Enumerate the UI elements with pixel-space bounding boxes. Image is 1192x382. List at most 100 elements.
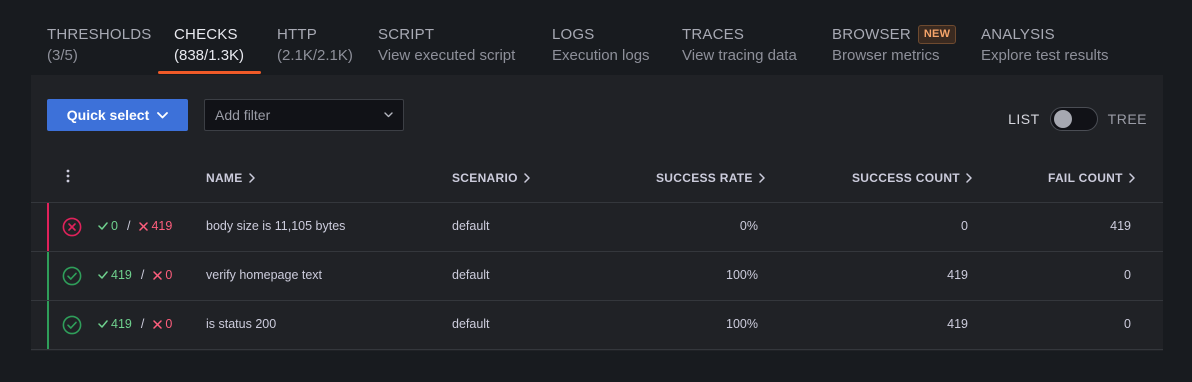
quick-select-button[interactable]: Quick select: [47, 99, 188, 131]
success-count-badge: 0: [98, 219, 118, 233]
cross-icon: [139, 221, 149, 231]
check-name: body size is 11,105 bytes: [206, 219, 346, 233]
column-label: NAME: [206, 171, 243, 185]
quick-select-label: Quick select: [66, 107, 150, 123]
chevron-right-icon: [524, 173, 530, 183]
success-count-badge: 419: [98, 317, 132, 331]
tab-title: THRESHOLDS: [47, 25, 152, 43]
tab-subtitle: (3/5): [47, 47, 78, 64]
fail-count-badge: 419: [139, 219, 172, 233]
status-bar: [47, 252, 49, 300]
table-row[interactable]: 419 / 0 is status 200 default 100% 419 0: [31, 301, 1163, 350]
tab-subtitle: Explore test results: [981, 47, 1109, 64]
fail-count-cell: 419: [1110, 219, 1131, 233]
cross-icon: [153, 319, 163, 329]
tab-title-row: BROWSER NEW: [832, 24, 957, 44]
fail-count-badge: 0: [153, 268, 172, 282]
success-count-value: 0: [111, 219, 118, 233]
tab-subtitle: View tracing data: [682, 47, 797, 64]
success-count-value: 419: [111, 268, 132, 282]
count-separator: /: [140, 268, 145, 282]
cross-icon: [153, 270, 163, 280]
tab-subtitle: (838/1.3K): [174, 47, 245, 64]
chevron-right-icon: [758, 173, 765, 183]
table-row[interactable]: 0 / 419 body size is 11,105 bytes defaul…: [31, 203, 1163, 252]
tab-logs[interactable]: LOGS Execution logs: [552, 24, 650, 75]
checks-panel: Quick select LIST TREE NAME SCENARIO: [31, 75, 1163, 351]
tab-thresholds[interactable]: THRESHOLDS (3/5): [47, 24, 152, 75]
fail-count-cell: 0: [1124, 317, 1131, 331]
scenario-cell: default: [452, 268, 490, 282]
tab-title: BROWSER: [832, 25, 911, 43]
chevron-right-icon: [966, 173, 972, 183]
tab-subtitle: View executed script: [378, 47, 516, 64]
column-label: SCENARIO: [452, 171, 518, 185]
table-body: 0 / 419 body size is 11,105 bytes defaul…: [31, 203, 1163, 350]
tab-analysis[interactable]: ANALYSIS Explore test results: [981, 24, 1109, 75]
switch-knob: [1053, 110, 1072, 128]
tab-subtitle: (2.1K/2.1K): [277, 47, 353, 64]
table-row[interactable]: 419 / 0 verify homepage text default 100…: [31, 252, 1163, 301]
column-header-name[interactable]: NAME: [206, 171, 256, 185]
status-bar: [47, 203, 49, 251]
tab-title: TRACES: [682, 25, 745, 43]
pass-circle-icon: [62, 266, 82, 286]
filter-dropdown[interactable]: [204, 99, 404, 131]
tab-subtitle: Browser metrics: [832, 47, 940, 64]
list-view-label[interactable]: LIST: [1008, 111, 1040, 127]
tab-title: CHECKS: [174, 25, 238, 43]
tab-script[interactable]: SCRIPT View executed script: [378, 24, 515, 75]
column-header-fail-count[interactable]: FAIL COUNT: [1048, 171, 1136, 185]
column-header-scenario[interactable]: SCENARIO: [452, 171, 531, 185]
new-badge: NEW: [917, 24, 957, 44]
list-tree-switch[interactable]: [1049, 107, 1098, 131]
chevron-down-icon: [157, 111, 169, 118]
tab-traces[interactable]: TRACES View tracing data: [682, 24, 797, 75]
chevron-down-icon: [384, 112, 393, 118]
kebab-menu-icon: [66, 169, 70, 183]
fail-count-value: 0: [165, 317, 173, 331]
check-name: is status 200: [206, 317, 277, 331]
tab-title: SCRIPT: [378, 25, 435, 43]
column-label: FAIL COUNT: [1048, 171, 1123, 185]
success-rate-cell: 100%: [726, 317, 758, 331]
scenario-cell: default: [452, 219, 490, 233]
filter-input[interactable]: [215, 107, 365, 123]
scenario-cell: default: [452, 317, 490, 331]
tab-bar: THRESHOLDS (3/5) CHECKS (838/1.3K) HTTP …: [0, 0, 1192, 75]
count-separator: /: [126, 219, 131, 233]
column-label: SUCCESS COUNT: [852, 171, 960, 185]
fail-count-cell: 0: [1124, 268, 1131, 282]
active-tab-indicator: [158, 71, 261, 74]
tree-view-label[interactable]: TREE: [1108, 111, 1147, 127]
check-counts: 419 / 0: [98, 268, 172, 282]
success-count-cell: 419: [947, 317, 968, 331]
column-header-success-count[interactable]: SUCCESS COUNT: [852, 171, 973, 185]
column-menu-button[interactable]: [66, 169, 70, 183]
check-name: verify homepage text: [206, 268, 323, 282]
chevron-right-icon: [248, 173, 255, 183]
tab-checks[interactable]: CHECKS (838/1.3K): [174, 24, 244, 75]
table-header: NAME SCENARIO SUCCESS RATE SUCCESS COUNT…: [31, 155, 1163, 203]
tab-http[interactable]: HTTP (2.1K/2.1K): [277, 24, 353, 75]
checkmark-icon: [98, 271, 108, 279]
tab-title: LOGS: [552, 25, 595, 43]
count-separator: /: [140, 317, 145, 331]
success-count-badge: 419: [98, 268, 132, 282]
fail-circle-icon: [62, 217, 82, 237]
check-counts: 419 / 0: [98, 317, 172, 331]
check-counts: 0 / 419: [98, 219, 172, 233]
tab-title: HTTP: [277, 25, 317, 43]
status-bar: [47, 301, 49, 349]
fail-count-value: 419: [151, 219, 173, 233]
success-rate-cell: 100%: [726, 268, 758, 282]
chevron-right-icon: [1129, 173, 1135, 183]
success-count-cell: 419: [947, 268, 968, 282]
success-count-cell: 0: [961, 219, 968, 233]
pass-circle-icon: [62, 315, 82, 335]
fail-count-badge: 0: [153, 317, 172, 331]
column-header-success-rate[interactable]: SUCCESS RATE: [656, 171, 766, 185]
tab-browser[interactable]: BROWSER NEW Browser metrics: [832, 24, 957, 75]
view-toggle: LIST TREE: [1008, 107, 1147, 131]
success-count-value: 419: [111, 317, 132, 331]
